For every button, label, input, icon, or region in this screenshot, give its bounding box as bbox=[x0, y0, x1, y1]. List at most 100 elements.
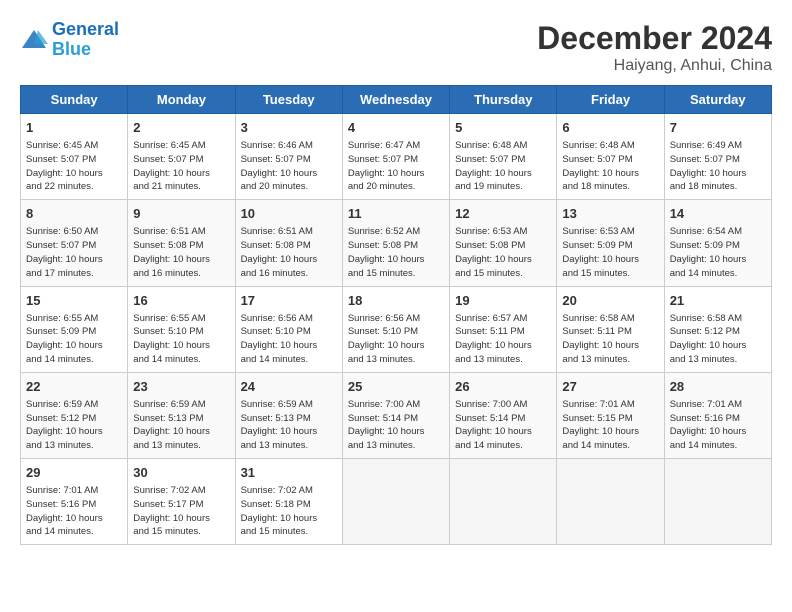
calendar-cell: 25Sunrise: 7:00 AM Sunset: 5:14 PM Dayli… bbox=[342, 372, 449, 458]
calendar-week-2: 8 Sunrise: 6:50 AM Sunset: 5:07 PM Daylig… bbox=[21, 200, 772, 286]
calendar-cell: 9Sunrise: 6:51 AM Sunset: 5:08 PM Daylig… bbox=[128, 200, 235, 286]
calendar-cell: 12 Sunrise: 6:53 AM Sunset: 5:08 PM Dayli… bbox=[450, 200, 557, 286]
calendar-cell: 1 Sunrise: 6:45 AM Sunset: 5:07 PM Daylig… bbox=[21, 114, 128, 200]
day-info: Sunrise: 7:02 AM Sunset: 5:18 PM Dayligh… bbox=[241, 484, 337, 539]
calendar-cell: 14 Sunrise: 6:54 AM Sunset: 5:09 PM Dayli… bbox=[664, 200, 771, 286]
day-info: Sunrise: 6:45 AM Sunset: 5:07 PM Dayligh… bbox=[26, 139, 122, 194]
calendar-cell: 6 Sunrise: 6:48 AM Sunset: 5:07 PM Daylig… bbox=[557, 114, 664, 200]
day-number: 18 bbox=[348, 292, 444, 310]
day-number: 31 bbox=[241, 464, 337, 482]
weekday-friday: Friday bbox=[557, 86, 664, 114]
day-number: 4 bbox=[348, 119, 444, 137]
day-info: Sunrise: 6:55 AM Sunset: 5:09 PM Dayligh… bbox=[26, 312, 122, 367]
day-info: Sunrise: 6:58 AM Sunset: 5:12 PM Dayligh… bbox=[670, 312, 766, 367]
calendar-cell: 20 Sunrise: 6:58 AM Sunset: 5:11 PM Dayli… bbox=[557, 286, 664, 372]
calendar-cell: 8 Sunrise: 6:50 AM Sunset: 5:07 PM Daylig… bbox=[21, 200, 128, 286]
day-info: Sunrise: 7:01 AM Sunset: 5:15 PM Dayligh… bbox=[562, 398, 658, 453]
day-info: Sunrise: 6:46 AM Sunset: 5:07 PM Dayligh… bbox=[241, 139, 337, 194]
weekday-header-row: SundayMondayTuesdayWednesdayThursdayFrid… bbox=[21, 86, 772, 114]
logo-line2: Blue bbox=[52, 39, 91, 59]
calendar-cell: 26 Sunrise: 7:00 AM Sunset: 5:14 PM Dayli… bbox=[450, 372, 557, 458]
day-number: 14 bbox=[670, 205, 766, 223]
calendar-cell: 17Sunrise: 6:56 AM Sunset: 5:10 PM Dayli… bbox=[235, 286, 342, 372]
day-number: 5 bbox=[455, 119, 551, 137]
month-title: December 2024 bbox=[537, 20, 772, 57]
day-number: 2 bbox=[133, 119, 229, 137]
day-info: Sunrise: 7:00 AM Sunset: 5:14 PM Dayligh… bbox=[455, 398, 551, 453]
day-info: Sunrise: 6:53 AM Sunset: 5:08 PM Dayligh… bbox=[455, 225, 551, 280]
calendar-cell: 31 Sunrise: 7:02 AM Sunset: 5:18 PM Dayli… bbox=[235, 459, 342, 545]
calendar-cell: 3Sunrise: 6:46 AM Sunset: 5:07 PM Daylig… bbox=[235, 114, 342, 200]
day-info: Sunrise: 6:52 AM Sunset: 5:08 PM Dayligh… bbox=[348, 225, 444, 280]
calendar-cell bbox=[557, 459, 664, 545]
calendar-cell: 10Sunrise: 6:51 AM Sunset: 5:08 PM Dayli… bbox=[235, 200, 342, 286]
calendar-table: SundayMondayTuesdayWednesdayThursdayFrid… bbox=[20, 85, 772, 545]
day-info: Sunrise: 6:57 AM Sunset: 5:11 PM Dayligh… bbox=[455, 312, 551, 367]
logo-icon bbox=[20, 26, 48, 54]
weekday-monday: Monday bbox=[128, 86, 235, 114]
page-header: General Blue December 2024 Haiyang, Anhu… bbox=[20, 20, 772, 75]
day-info: Sunrise: 6:50 AM Sunset: 5:07 PM Dayligh… bbox=[26, 225, 122, 280]
day-number: 13 bbox=[562, 205, 658, 223]
day-number: 24 bbox=[241, 378, 337, 396]
day-number: 1 bbox=[26, 119, 122, 137]
day-info: Sunrise: 6:53 AM Sunset: 5:09 PM Dayligh… bbox=[562, 225, 658, 280]
day-info: Sunrise: 6:54 AM Sunset: 5:09 PM Dayligh… bbox=[670, 225, 766, 280]
calendar-week-1: 1 Sunrise: 6:45 AM Sunset: 5:07 PM Daylig… bbox=[21, 114, 772, 200]
calendar-cell: 27 Sunrise: 7:01 AM Sunset: 5:15 PM Dayli… bbox=[557, 372, 664, 458]
weekday-sunday: Sunday bbox=[21, 86, 128, 114]
day-info: Sunrise: 7:01 AM Sunset: 5:16 PM Dayligh… bbox=[26, 484, 122, 539]
day-number: 26 bbox=[455, 378, 551, 396]
calendar-cell: 11 Sunrise: 6:52 AM Sunset: 5:08 PM Dayli… bbox=[342, 200, 449, 286]
day-info: Sunrise: 6:58 AM Sunset: 5:11 PM Dayligh… bbox=[562, 312, 658, 367]
weekday-wednesday: Wednesday bbox=[342, 86, 449, 114]
calendar-cell: 21 Sunrise: 6:58 AM Sunset: 5:12 PM Dayli… bbox=[664, 286, 771, 372]
day-number: 7 bbox=[670, 119, 766, 137]
weekday-thursday: Thursday bbox=[450, 86, 557, 114]
calendar-cell: 23Sunrise: 6:59 AM Sunset: 5:13 PM Dayli… bbox=[128, 372, 235, 458]
title-block: December 2024 Haiyang, Anhui, China bbox=[537, 20, 772, 75]
calendar-week-5: 29 Sunrise: 7:01 AM Sunset: 5:16 PM Dayli… bbox=[21, 459, 772, 545]
calendar-cell bbox=[450, 459, 557, 545]
day-number: 22 bbox=[26, 378, 122, 396]
day-number: 8 bbox=[26, 205, 122, 223]
logo-text: General Blue bbox=[52, 20, 119, 60]
day-info: Sunrise: 6:55 AM Sunset: 5:10 PM Dayligh… bbox=[133, 312, 229, 367]
day-info: Sunrise: 6:59 AM Sunset: 5:12 PM Dayligh… bbox=[26, 398, 122, 453]
day-number: 6 bbox=[562, 119, 658, 137]
day-info: Sunrise: 6:48 AM Sunset: 5:07 PM Dayligh… bbox=[455, 139, 551, 194]
calendar-cell bbox=[342, 459, 449, 545]
weekday-tuesday: Tuesday bbox=[235, 86, 342, 114]
location-title: Haiyang, Anhui, China bbox=[537, 57, 772, 75]
day-info: Sunrise: 6:51 AM Sunset: 5:08 PM Dayligh… bbox=[133, 225, 229, 280]
calendar-cell: 18 Sunrise: 6:56 AM Sunset: 5:10 PM Dayli… bbox=[342, 286, 449, 372]
day-number: 30 bbox=[133, 464, 229, 482]
day-number: 21 bbox=[670, 292, 766, 310]
day-number: 28 bbox=[670, 378, 766, 396]
day-number: 20 bbox=[562, 292, 658, 310]
day-number: 27 bbox=[562, 378, 658, 396]
day-number: 23 bbox=[133, 378, 229, 396]
calendar-cell bbox=[664, 459, 771, 545]
weekday-saturday: Saturday bbox=[664, 86, 771, 114]
logo: General Blue bbox=[20, 20, 119, 60]
calendar-week-4: 22 Sunrise: 6:59 AM Sunset: 5:12 PM Dayli… bbox=[21, 372, 772, 458]
day-info: Sunrise: 6:48 AM Sunset: 5:07 PM Dayligh… bbox=[562, 139, 658, 194]
calendar-cell: 22 Sunrise: 6:59 AM Sunset: 5:12 PM Dayli… bbox=[21, 372, 128, 458]
day-number: 12 bbox=[455, 205, 551, 223]
calendar-cell: 13 Sunrise: 6:53 AM Sunset: 5:09 PM Dayli… bbox=[557, 200, 664, 286]
day-number: 16 bbox=[133, 292, 229, 310]
day-info: Sunrise: 6:45 AM Sunset: 5:07 PM Dayligh… bbox=[133, 139, 229, 194]
day-number: 29 bbox=[26, 464, 122, 482]
calendar-cell: 24 Sunrise: 6:59 AM Sunset: 5:13 PM Dayli… bbox=[235, 372, 342, 458]
calendar-cell: 2 Sunrise: 6:45 AM Sunset: 5:07 PM Daylig… bbox=[128, 114, 235, 200]
calendar-cell: 28Sunrise: 7:01 AM Sunset: 5:16 PM Dayli… bbox=[664, 372, 771, 458]
calendar-cell: 16 Sunrise: 6:55 AM Sunset: 5:10 PM Dayli… bbox=[128, 286, 235, 372]
day-info: Sunrise: 6:59 AM Sunset: 5:13 PM Dayligh… bbox=[241, 398, 337, 453]
day-info: Sunrise: 7:00 AM Sunset: 5:14 PM Dayligh… bbox=[348, 398, 444, 453]
day-info: Sunrise: 6:51 AM Sunset: 5:08 PM Dayligh… bbox=[241, 225, 337, 280]
calendar-cell: 4Sunrise: 6:47 AM Sunset: 5:07 PM Daylig… bbox=[342, 114, 449, 200]
day-info: Sunrise: 6:56 AM Sunset: 5:10 PM Dayligh… bbox=[348, 312, 444, 367]
day-number: 19 bbox=[455, 292, 551, 310]
day-number: 11 bbox=[348, 205, 444, 223]
